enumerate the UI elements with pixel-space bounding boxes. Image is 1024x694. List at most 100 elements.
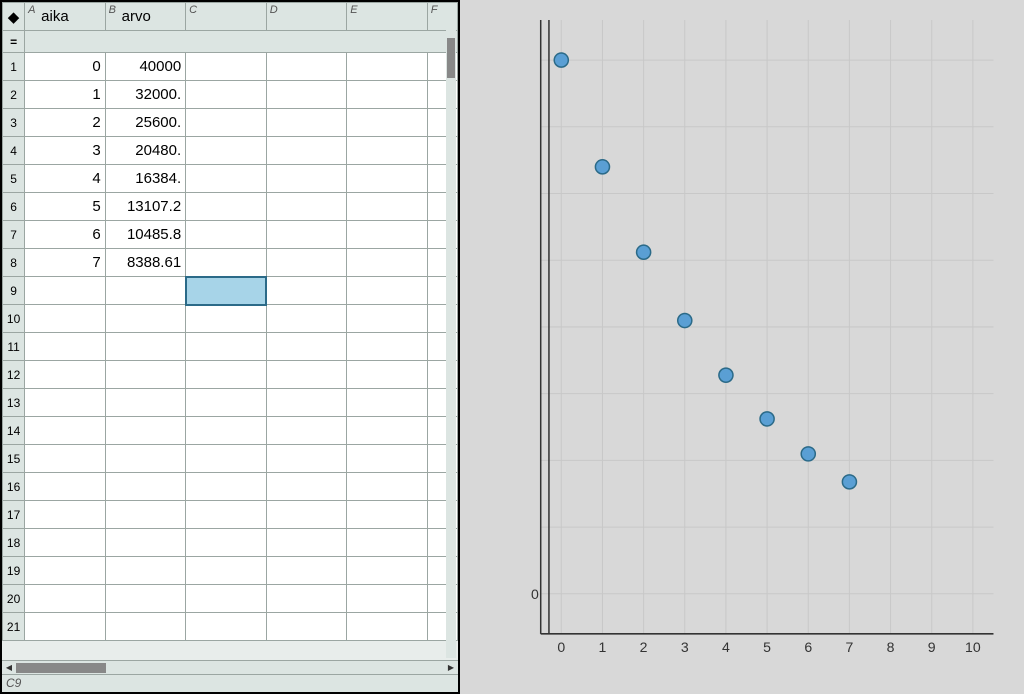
cell[interactable]: [266, 249, 347, 277]
cell[interactable]: [186, 501, 267, 529]
cell[interactable]: [266, 585, 347, 613]
cell[interactable]: [266, 417, 347, 445]
row-header[interactable]: 8: [3, 249, 25, 277]
cell[interactable]: [25, 305, 106, 333]
row-header[interactable]: 16: [3, 473, 25, 501]
cell[interactable]: [347, 585, 428, 613]
cell[interactable]: [266, 501, 347, 529]
cell[interactable]: [105, 557, 186, 585]
row-header[interactable]: 19: [3, 557, 25, 585]
row-header[interactable]: 7: [3, 221, 25, 249]
cell[interactable]: [347, 221, 428, 249]
cell[interactable]: [186, 613, 267, 641]
hscroll-thumb[interactable]: [16, 663, 106, 673]
row-header[interactable]: 15: [3, 445, 25, 473]
row-header[interactable]: 6: [3, 193, 25, 221]
cell[interactable]: [347, 333, 428, 361]
cell[interactable]: [25, 277, 106, 305]
cell[interactable]: [105, 361, 186, 389]
row-header[interactable]: 21: [3, 613, 25, 641]
cell[interactable]: [105, 277, 186, 305]
cell[interactable]: [105, 529, 186, 557]
cell[interactable]: [347, 53, 428, 81]
cell[interactable]: [266, 165, 347, 193]
cell[interactable]: [266, 389, 347, 417]
cell[interactable]: [105, 333, 186, 361]
cell[interactable]: [347, 557, 428, 585]
cell[interactable]: [25, 501, 106, 529]
cell[interactable]: [186, 109, 267, 137]
cell[interactable]: [266, 277, 347, 305]
cell[interactable]: [266, 557, 347, 585]
row-header[interactable]: 17: [3, 501, 25, 529]
cell[interactable]: [347, 81, 428, 109]
cell[interactable]: [25, 445, 106, 473]
row-header[interactable]: 3: [3, 109, 25, 137]
cell[interactable]: [347, 501, 428, 529]
cell[interactable]: 13107.2: [105, 193, 186, 221]
cell[interactable]: [25, 473, 106, 501]
cell[interactable]: [25, 361, 106, 389]
row-header[interactable]: 4: [3, 137, 25, 165]
cell[interactable]: [105, 389, 186, 417]
cell[interactable]: [186, 165, 267, 193]
vscroll-thumb[interactable]: [447, 38, 455, 78]
cell[interactable]: [186, 417, 267, 445]
cell[interactable]: [25, 557, 106, 585]
corner-cell[interactable]: ◆: [3, 3, 25, 31]
col-header-a[interactable]: Aaika: [25, 3, 106, 31]
cell[interactable]: 16384.: [105, 165, 186, 193]
cell[interactable]: [186, 557, 267, 585]
cell[interactable]: [186, 305, 267, 333]
row-header[interactable]: 18: [3, 529, 25, 557]
cell[interactable]: [25, 389, 106, 417]
cell[interactable]: [347, 249, 428, 277]
cell[interactable]: 6: [25, 221, 106, 249]
cell[interactable]: [105, 585, 186, 613]
cell[interactable]: [266, 221, 347, 249]
cell[interactable]: [186, 473, 267, 501]
cell[interactable]: [186, 137, 267, 165]
cell[interactable]: 8388.61: [105, 249, 186, 277]
col-header-e[interactable]: E: [347, 3, 428, 31]
cell[interactable]: [347, 613, 428, 641]
row-header[interactable]: 13: [3, 389, 25, 417]
row-header[interactable]: 9: [3, 277, 25, 305]
cell[interactable]: [347, 417, 428, 445]
row-header[interactable]: 1: [3, 53, 25, 81]
cell[interactable]: [25, 417, 106, 445]
cell[interactable]: [186, 529, 267, 557]
cell[interactable]: [186, 445, 267, 473]
row-header[interactable]: 2: [3, 81, 25, 109]
cell[interactable]: [266, 445, 347, 473]
cell[interactable]: [266, 109, 347, 137]
cell[interactable]: 7: [25, 249, 106, 277]
cell[interactable]: [25, 333, 106, 361]
col-header-c[interactable]: C: [186, 3, 267, 31]
row-header[interactable]: 5: [3, 165, 25, 193]
row-header[interactable]: 11: [3, 333, 25, 361]
cell[interactable]: 40000: [105, 53, 186, 81]
cell[interactable]: [347, 277, 428, 305]
formula-input[interactable]: [25, 31, 458, 53]
col-header-d[interactable]: D: [266, 3, 347, 31]
cell[interactable]: [347, 361, 428, 389]
scatter-chart[interactable]: 0123456789100: [500, 10, 1004, 664]
cell[interactable]: [186, 333, 267, 361]
cell[interactable]: [186, 277, 267, 305]
cell[interactable]: [266, 529, 347, 557]
spreadsheet-grid[interactable]: ◆ Aaika Barvo C D E F = 10400002132000.3…: [2, 2, 458, 660]
row-header[interactable]: 20: [3, 585, 25, 613]
cell[interactable]: 32000.: [105, 81, 186, 109]
cell[interactable]: [105, 613, 186, 641]
cell[interactable]: 25600.: [105, 109, 186, 137]
cell[interactable]: 20480.: [105, 137, 186, 165]
cell[interactable]: [186, 53, 267, 81]
row-header[interactable]: 12: [3, 361, 25, 389]
cell[interactable]: [186, 585, 267, 613]
vertical-scrollbar[interactable]: [446, 26, 456, 658]
cell[interactable]: [105, 305, 186, 333]
cell[interactable]: [186, 221, 267, 249]
row-header[interactable]: 14: [3, 417, 25, 445]
col-header-b[interactable]: Barvo: [105, 3, 186, 31]
